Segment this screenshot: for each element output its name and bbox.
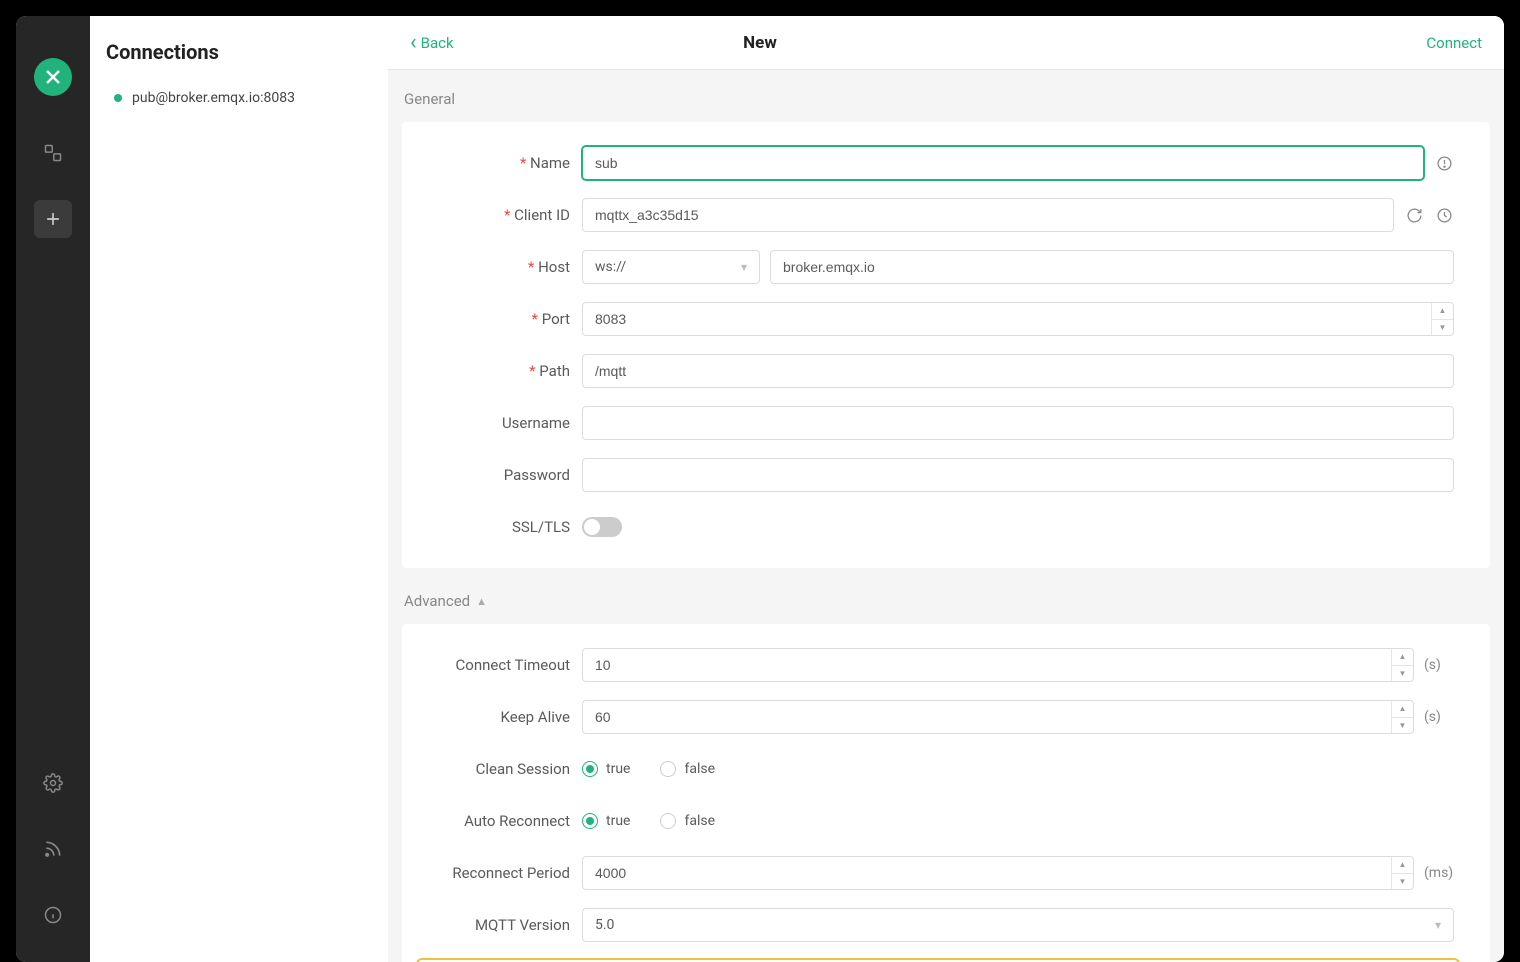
clientid-input[interactable] — [582, 198, 1394, 232]
advanced-card: Connect Timeout ▲▼ (s) Keep Alive — [402, 624, 1490, 962]
nav-add-button[interactable] — [34, 200, 72, 238]
reconnect-period-label: Reconnect Period — [422, 864, 582, 882]
sidebar-title: Connections — [90, 40, 387, 80]
general-card: Name Client ID — [402, 122, 1490, 568]
connection-label: pub@broker.emqx.io:8083 — [132, 90, 295, 106]
main-panel: Back New Connect General Name Cl — [388, 16, 1504, 962]
advanced-section-title[interactable]: Advanced ▲ — [404, 592, 1490, 610]
reconnect-period-input[interactable] — [582, 856, 1414, 890]
password-label: Password — [422, 466, 582, 484]
path-input[interactable] — [582, 354, 1454, 388]
ssl-label: SSL/TLS — [422, 518, 582, 536]
connect-timeout-input[interactable] — [582, 648, 1414, 682]
unit-seconds: (s) — [1424, 709, 1454, 725]
radio-unchecked-icon — [660, 761, 676, 777]
connect-timeout-spinner[interactable]: ▲▼ — [1391, 649, 1413, 681]
connections-sidebar: Connections pub@broker.emqx.io:8083 — [90, 16, 388, 962]
main-header: Back New Connect — [388, 16, 1504, 70]
password-input[interactable] — [582, 458, 1454, 492]
connect-timeout-label: Connect Timeout — [422, 656, 582, 674]
connect-button[interactable]: Connect — [1426, 34, 1482, 52]
auto-reconnect-true[interactable]: true — [582, 813, 630, 829]
status-dot-online — [114, 94, 122, 102]
settings-icon[interactable] — [34, 764, 72, 802]
clean-session-label: Clean Session — [422, 760, 582, 778]
radio-checked-icon — [582, 761, 598, 777]
name-label: Name — [422, 154, 582, 172]
port-label: Port — [422, 310, 582, 328]
general-section-title: General — [404, 90, 1490, 108]
host-protocol-select[interactable]: ws:// ▾ — [582, 250, 760, 284]
clientid-label: Client ID — [422, 206, 582, 224]
collapse-caret-icon: ▲ — [476, 595, 487, 608]
clean-session-true[interactable]: true — [582, 761, 630, 777]
mqtt-version-label: MQTT Version — [422, 916, 582, 934]
auto-reconnect-false[interactable]: false — [660, 813, 715, 829]
refresh-icon[interactable] — [1404, 205, 1424, 225]
history-icon[interactable] — [1434, 205, 1454, 225]
host-protocol-value: ws:// — [595, 259, 626, 275]
path-label: Path — [422, 362, 582, 380]
keep-alive-spinner[interactable]: ▲▼ — [1391, 701, 1413, 733]
name-input[interactable] — [582, 146, 1424, 180]
feed-icon[interactable] — [34, 830, 72, 868]
username-label: Username — [422, 414, 582, 432]
info-icon[interactable] — [34, 896, 72, 934]
reconnect-period-spinner[interactable]: ▲▼ — [1391, 857, 1413, 889]
keep-alive-label: Keep Alive — [422, 708, 582, 726]
auto-reconnect-label: Auto Reconnect — [422, 812, 582, 830]
username-input[interactable] — [582, 406, 1454, 440]
back-button[interactable]: Back — [410, 34, 454, 52]
app-logo — [34, 58, 72, 96]
host-label: Host — [422, 258, 582, 276]
unit-ms: (ms) — [1424, 865, 1454, 881]
connection-item[interactable]: pub@broker.emqx.io:8083 — [90, 80, 387, 116]
nav-rail — [16, 16, 90, 962]
page-title: New — [743, 33, 777, 53]
mqtt-version-select[interactable]: 5.0 ▾ — [582, 908, 1454, 942]
unit-seconds: (s) — [1424, 657, 1454, 673]
nav-connections-icon[interactable] — [34, 134, 72, 172]
host-input[interactable] — [770, 250, 1454, 284]
clean-session-false[interactable]: false — [660, 761, 715, 777]
chevron-down-icon: ▾ — [1435, 918, 1441, 932]
radio-checked-icon — [582, 813, 598, 829]
mqtt-version-value: 5.0 — [595, 917, 614, 933]
chevron-down-icon: ▾ — [741, 260, 747, 274]
info-icon[interactable] — [1434, 153, 1454, 173]
port-input[interactable] — [582, 302, 1454, 336]
session-expiry-highlight: Session Expiry Interval ▲▼ (s) — [416, 958, 1460, 962]
ssl-toggle[interactable] — [582, 517, 622, 537]
radio-unchecked-icon — [660, 813, 676, 829]
port-spinner[interactable]: ▲▼ — [1431, 303, 1453, 335]
keep-alive-input[interactable] — [582, 700, 1414, 734]
